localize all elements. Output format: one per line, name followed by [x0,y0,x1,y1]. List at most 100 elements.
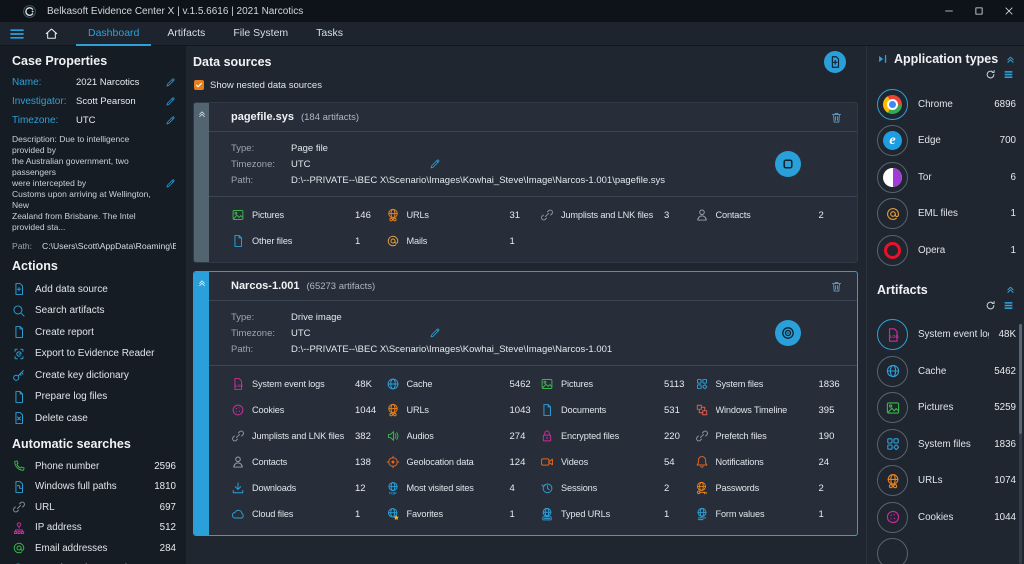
case-field-investigator: Investigator: Scott Pearson [12,92,176,111]
stat-sessions[interactable]: Sessions 2 [540,475,695,501]
scrollbar-thumb[interactable] [1019,324,1022,434]
stat-system-files[interactable]: System files 1836 [695,371,850,397]
stat-cache[interactable]: Cache 5462 [386,371,541,397]
globe-key-icon [695,481,709,495]
close-button[interactable] [994,0,1024,22]
stat-notifications[interactable]: Notifications 24 [695,449,850,475]
artifact-urls[interactable]: URLs 1074 [877,463,1016,500]
stat-encrypted-files[interactable]: Encrypted files 220 [540,423,695,449]
stat-form-values[interactable]: Form values 1 [695,501,850,527]
app-type-eml-files[interactable]: EML files 1 [877,196,1016,233]
edit-description-pencil-icon[interactable] [165,134,176,233]
chip [877,392,908,423]
auto-search-ip-address[interactable]: IP address 512 [12,517,176,538]
stat-other-files[interactable]: Other files 1 [231,228,386,254]
home-icon[interactable] [34,26,68,41]
at-icon [12,541,26,555]
action-delete-case[interactable]: Delete case [12,407,176,429]
edit-timezone-pencil-icon[interactable] [165,115,176,126]
panel-toggle-icon[interactable] [877,53,889,65]
stat-jumplists-and-lnk-files[interactable]: Jumplists and LNK files 3 [540,202,695,228]
auto-search-email-addresses[interactable]: Email addresses 284 [12,538,176,559]
auto-search-search-engines-results[interactable]: Search engines results 231 [12,558,176,564]
add-data-source-button[interactable] [824,51,846,73]
auto-search-phone-number[interactable]: Phone number 2596 [12,456,176,477]
chip [877,356,908,387]
analyze-source-button[interactable] [775,320,801,346]
stat-system-event-logs[interactable]: LOG System event logs 48K [231,371,386,397]
delete-data-source-icon[interactable] [830,280,843,293]
stat-prefetch-files[interactable]: Prefetch files 190 [695,423,850,449]
video-icon [540,455,554,469]
delete-data-source-icon[interactable] [830,111,843,124]
stat-count: 3 [664,210,669,221]
artifact-system-files[interactable]: System files 1836 [877,426,1016,463]
app-type-tor[interactable]: Tor 6 [877,159,1016,196]
action-export-to-evidence-reader[interactable]: Export to Evidence Reader [12,343,176,365]
action-add-data-source[interactable]: Add data source [12,278,176,300]
list-view-icon[interactable] [1003,299,1014,312]
artifact-pictures[interactable]: Pictures 5259 [877,390,1016,427]
artifact-cache[interactable]: Cache 5462 [877,353,1016,390]
person-icon [695,208,709,222]
edit-timezone-pencil-icon[interactable] [429,158,441,170]
auto-search-label: Phone number [35,461,145,472]
stat-audios[interactable]: Audios 274 [386,423,541,449]
stat-cookies[interactable]: Cookies 1044 [231,397,386,423]
artifact-label: URLs [918,475,984,486]
collapse-card-chevron-icon[interactable] [194,103,209,262]
edit-timezone-pencil-icon[interactable] [429,327,441,339]
app-type-chrome[interactable]: Chrome 6896 [877,86,1016,123]
auto-search-windows-full-paths[interactable]: Windows full paths 1810 [12,476,176,497]
stat-contacts[interactable]: Contacts 138 [231,449,386,475]
collapse-panel-chevron-icon[interactable] [1005,284,1016,295]
stat-pictures[interactable]: Pictures 5113 [540,371,695,397]
action-prepare-log-files[interactable]: Prepare log files [12,386,176,408]
stat-windows-timeline[interactable]: Windows Timeline 395 [695,397,850,423]
refresh-icon[interactable] [985,68,996,81]
refresh-icon[interactable] [985,299,996,312]
stat-mails[interactable]: Mails 1 [386,228,541,254]
tab-tasks[interactable]: Tasks [304,22,355,46]
stat-pictures[interactable]: Pictures 146 [231,202,386,228]
tab-file-system[interactable]: File System [221,22,300,46]
edit-name-pencil-icon[interactable] [165,77,176,88]
maximize-button[interactable] [964,0,994,22]
collapse-card-chevron-icon[interactable] [194,272,209,535]
stat-favorites[interactable]: Favorites 1 [386,501,541,527]
stat-documents[interactable]: Documents 531 [540,397,695,423]
tab-dashboard[interactable]: Dashboard [76,22,151,46]
stat-cloud-files[interactable]: Cloud files 1 [231,501,386,527]
stat-downloads[interactable]: Downloads 12 [231,475,386,501]
list-view-icon[interactable] [1003,68,1014,81]
stat-most-visited-sites[interactable]: TOP Most visited sites 4 [386,475,541,501]
action-search-artifacts[interactable]: Search artifacts [12,300,176,322]
stat-typed-urls[interactable]: Typed URLs 1 [540,501,695,527]
phone-icon [12,459,26,473]
stat-jumplists-and-lnk-files[interactable]: Jumplists and LNK files 382 [231,423,386,449]
artifact-cookies[interactable]: Cookies 1044 [877,499,1016,536]
stat-label: Jumplists and LNK files [561,210,657,220]
action-create-report[interactable]: Create report [12,321,176,343]
action-create-key-dictionary[interactable]: Create key dictionary [12,364,176,386]
minimize-button[interactable] [934,0,964,22]
stat-geolocation-data[interactable]: Geolocation data 124 [386,449,541,475]
app-type-edge[interactable]: e Edge 700 [877,123,1016,160]
stat-urls[interactable]: URLs 1043 [386,397,541,423]
artifact-count: 1836 [994,439,1016,450]
app-type-opera[interactable]: Opera 1 [877,232,1016,269]
hamburger-menu-icon[interactable] [0,26,34,42]
stop-analysis-button[interactable] [775,151,801,177]
stat-passwords[interactable]: Passwords 2 [695,475,850,501]
artifact-count: 1044 [994,512,1016,523]
show-nested-checkbox[interactable]: Show nested data sources [194,76,858,94]
tab-artifacts[interactable]: Artifacts [155,22,217,46]
edit-investigator-pencil-icon[interactable] [165,96,176,107]
stat-contacts[interactable]: Contacts 2 [695,202,850,228]
artifacts-panel: Artifacts LOG System event logs 48K Cach… [877,281,1016,564]
stat-urls[interactable]: URLs 31 [386,202,541,228]
artifact-system-event-logs[interactable]: LOG System event logs 48K [877,317,1016,354]
auto-search-url[interactable]: URL 697 [12,497,176,518]
collapse-panel-chevron-icon[interactable] [1005,54,1016,65]
stat-videos[interactable]: Videos 54 [540,449,695,475]
